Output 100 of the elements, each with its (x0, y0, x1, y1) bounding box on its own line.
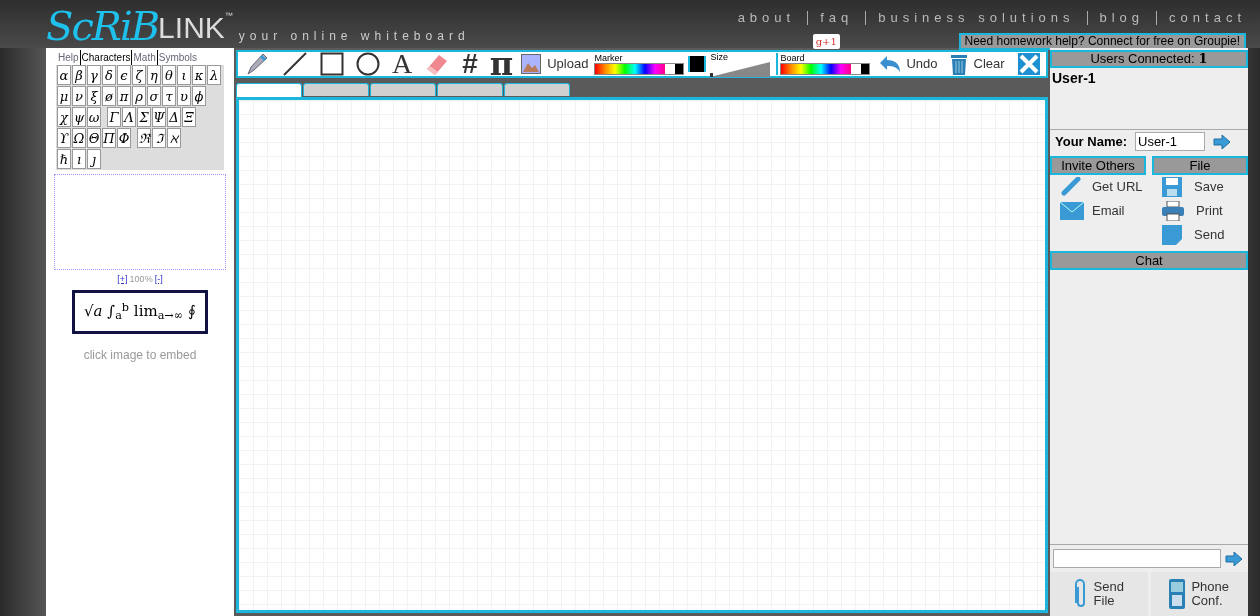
symbol-key[interactable]: ω (87, 107, 101, 127)
canvas-tab[interactable] (236, 83, 302, 97)
clear-button[interactable]: Clear (949, 53, 1005, 75)
nav-link[interactable]: business solutions (878, 8, 1075, 28)
symbol-key[interactable]: ρ (132, 86, 146, 106)
symbol-key[interactable]: Ω (72, 128, 86, 148)
symbol-key[interactable]: χ (57, 107, 71, 127)
file-item[interactable]: Send (1152, 222, 1225, 247)
symbol-key[interactable]: ψ (72, 107, 86, 127)
symbol-key[interactable]: Γ (107, 107, 121, 127)
arrow-icon[interactable] (1213, 134, 1231, 149)
symbol-key[interactable]: ϵ (117, 65, 131, 85)
symbol-key[interactable]: μ (57, 86, 71, 106)
symbol-key[interactable]: ν (72, 86, 86, 106)
symbol-key[interactable]: Π (102, 128, 116, 148)
symbol-key[interactable]: Λ (122, 107, 136, 127)
formula-preview[interactable]: √a ∫$_{a}$$^{b}$ lim$_{a→∞}$ ∮ (72, 289, 208, 334)
symbol-key[interactable]: ℜ (137, 128, 151, 148)
symbol-key[interactable]: ø (102, 86, 116, 106)
nav-link[interactable]: blog (1099, 8, 1145, 28)
symbol-key[interactable]: ι (177, 65, 191, 85)
marker-palette[interactable] (594, 63, 685, 75)
pen-icon[interactable] (244, 51, 270, 77)
envelope-icon (1060, 201, 1084, 220)
groupie-banner[interactable]: Need homework help? Connect for free on Groupie! (958, 32, 1246, 50)
formula-input[interactable] (54, 174, 226, 270)
symbol-key[interactable]: Ψ (152, 107, 166, 127)
fullscreen-icon[interactable] (1018, 53, 1040, 75)
symbol-key[interactable]: ξ (87, 86, 101, 106)
symbol-key[interactable]: δ (102, 65, 116, 85)
symbol-key[interactable]: γ (87, 65, 101, 85)
circle-icon[interactable] (356, 52, 380, 76)
nav-link[interactable]: contact (1169, 8, 1246, 28)
board-palette[interactable] (780, 63, 871, 75)
symbol-key[interactable]: θ (162, 65, 176, 85)
undo-button[interactable]: Undo (878, 54, 938, 74)
symbol-key[interactable]: σ (147, 86, 161, 106)
chat-header: Chat (1050, 250, 1248, 270)
symbol-key[interactable]: ℑ (152, 128, 166, 148)
phone-icon (1169, 579, 1186, 609)
symbol-key[interactable]: η (147, 65, 161, 85)
symbol-key[interactable]: ı (72, 149, 86, 169)
symbol-key[interactable]: υ (177, 86, 191, 106)
symbol-key[interactable]: ȷ (87, 149, 101, 169)
printer-icon (1162, 200, 1184, 221)
symbol-key[interactable]: ζ (132, 65, 146, 85)
grid-tool-button[interactable]: # (462, 50, 478, 78)
nav-link[interactable]: faq (820, 8, 854, 28)
floppy-icon (1162, 176, 1182, 197)
symbol-key[interactable]: β (72, 65, 86, 85)
name-field[interactable]: User-1 (1135, 132, 1205, 152)
pi-tool-button[interactable]: π (489, 48, 514, 80)
symbol-key[interactable]: α (57, 65, 71, 85)
symbol-key[interactable]: Σ (137, 107, 151, 127)
size-label: Size (710, 51, 729, 62)
symbol-key[interactable]: τ (162, 86, 176, 106)
chat-input[interactable] (1053, 549, 1221, 568)
trash-icon (949, 53, 968, 75)
zoom-level: 100% (129, 273, 153, 286)
nav-link[interactable]: about (737, 8, 796, 28)
symbol-key[interactable]: ϕ (192, 86, 206, 106)
file-item[interactable]: Save (1152, 174, 1224, 199)
zoom-out-link[interactable]: [-] (154, 273, 163, 287)
symbol-key[interactable]: ℵ (167, 128, 181, 148)
send-file-button[interactable]: Send File (1050, 572, 1148, 616)
panel-tab[interactable]: Help (56, 50, 80, 65)
text-tool-button[interactable]: A (392, 50, 413, 78)
symbol-key[interactable]: π (117, 86, 131, 106)
note-icon (1162, 224, 1182, 245)
invite-item[interactable]: Get URL (1050, 174, 1143, 199)
undo-icon (878, 55, 903, 73)
marker-label: Marker (594, 53, 624, 63)
rectangle-icon[interactable] (320, 52, 344, 76)
marker-swatch[interactable] (688, 56, 707, 72)
symbol-key[interactable]: ϒ (57, 128, 71, 148)
logo-text: LINK (158, 13, 225, 43)
symbol-key[interactable]: Ξ (182, 107, 196, 127)
embed-hint: click image to embed (83, 346, 197, 364)
symbol-key[interactable]: Δ (167, 107, 181, 127)
file-item[interactable]: Print (1152, 198, 1223, 223)
symbol-key[interactable]: Φ (117, 128, 131, 148)
users-title: Users Connected: (1090, 50, 1195, 69)
zoom-in-link[interactable]: [+] (117, 273, 128, 287)
symbol-key[interactable]: λ (207, 65, 221, 85)
size-slider[interactable] (710, 61, 771, 77)
plus-one-button[interactable]: g+1 (812, 33, 840, 49)
arrow-icon[interactable] (1225, 551, 1243, 566)
symbol-key[interactable]: ℏ (57, 149, 71, 169)
invite-header: Invite Others (1050, 155, 1146, 175)
symbol-key[interactable]: Θ (87, 128, 101, 148)
upload-button[interactable]: Upload (521, 54, 589, 74)
paperclip-icon (1073, 579, 1088, 609)
invite-item[interactable]: Email (1050, 198, 1125, 223)
user-name: User-1 (1052, 69, 1097, 88)
name-label: Your Name: (1055, 133, 1127, 151)
symbol-key[interactable]: κ (192, 65, 206, 85)
line-icon[interactable] (282, 51, 308, 77)
logo-script: ScRiB (46, 6, 159, 46)
image-icon (521, 54, 542, 74)
phone-conference-button[interactable]: Phone Conf. (1150, 572, 1248, 616)
